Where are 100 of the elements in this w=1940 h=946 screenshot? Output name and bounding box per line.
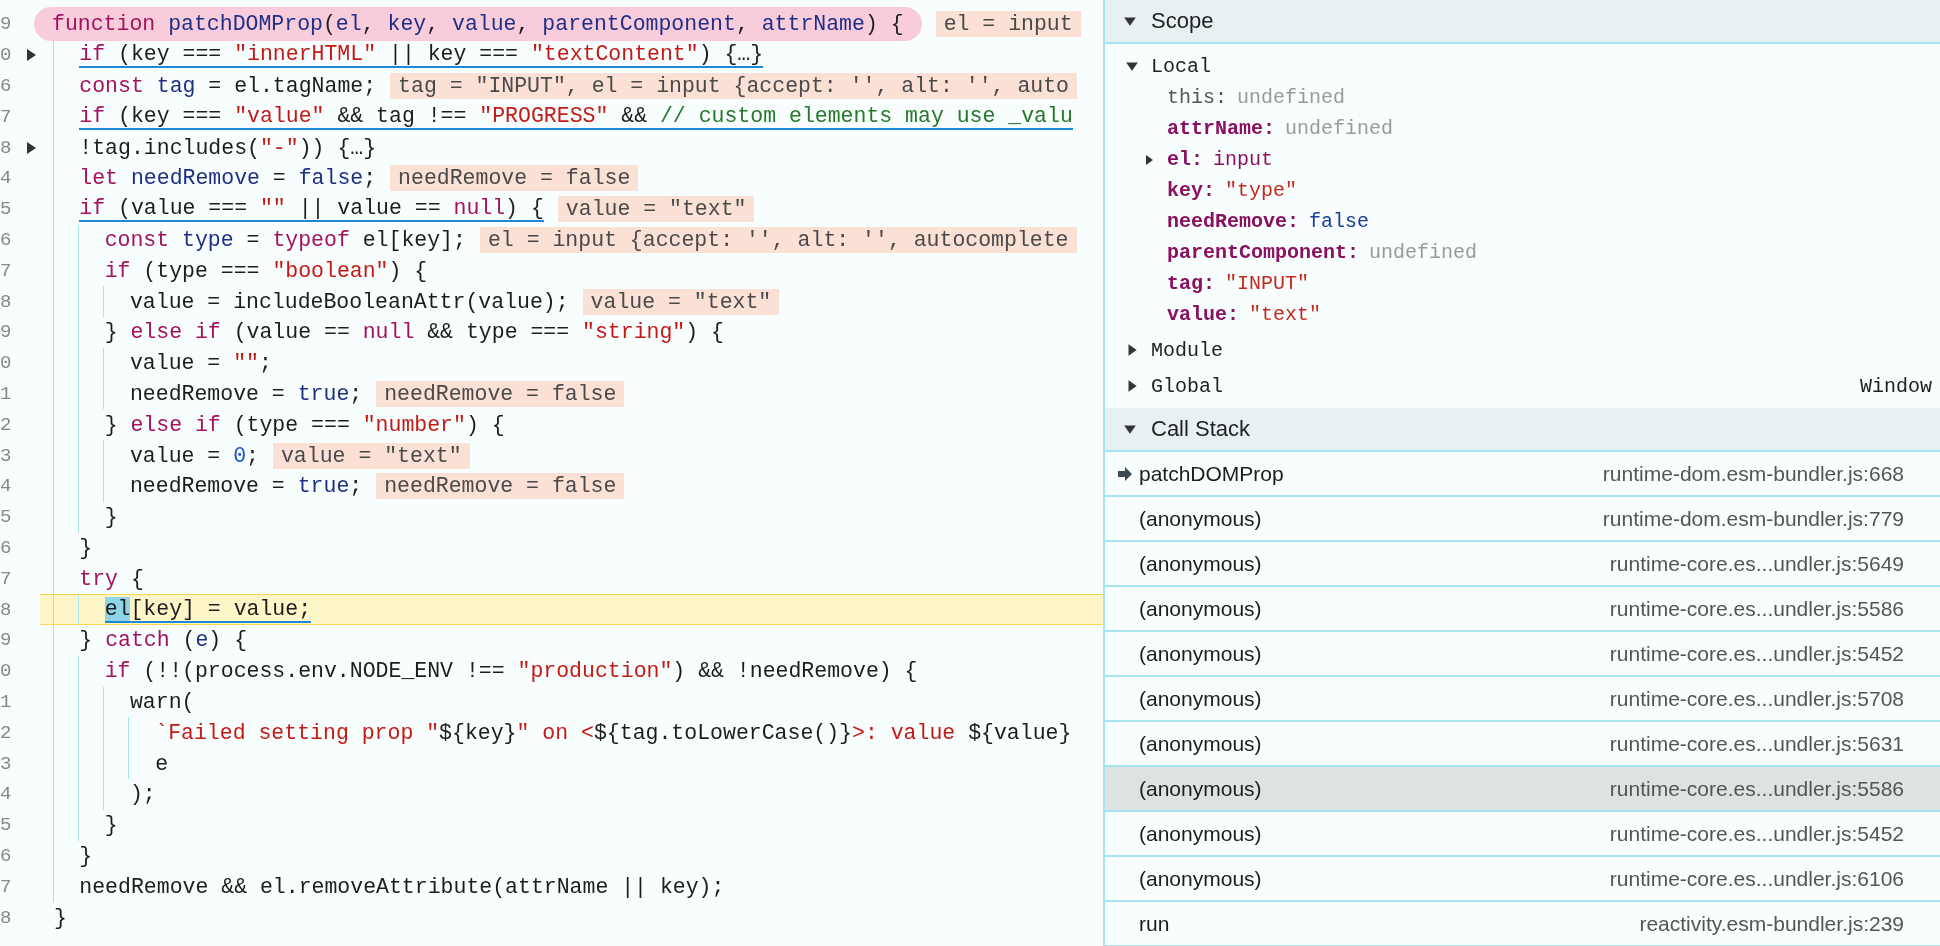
- variable-name: attrName:: [1167, 117, 1276, 140]
- call-stack-frame[interactable]: (anonymous) runtime-core.es...undler.js:5586: [1105, 767, 1940, 812]
- code-line: el[key] = value;: [104, 596, 312, 623]
- local-scope-toggle[interactable]: Local: [1105, 50, 1211, 82]
- code-line: }: [54, 905, 67, 930]
- variable-name: key:: [1167, 179, 1215, 202]
- code-line: try {: [79, 566, 144, 591]
- variable-name: needRemove:: [1167, 210, 1300, 233]
- inline-value: needRemove = false: [376, 473, 625, 500]
- line-number: 5: [0, 814, 13, 837]
- line-number: 8: [0, 290, 13, 313]
- inline-value: needRemove = false: [376, 380, 625, 407]
- variable-name: value:: [1167, 303, 1239, 326]
- source-location: runtime-core.es...undler.js:5586: [1609, 596, 1904, 621]
- source-location: runtime-core.es...undler.js:5631: [1609, 731, 1904, 756]
- code-line: value = 0;: [129, 443, 259, 468]
- code-line: needRemove = true;: [129, 381, 363, 406]
- scope-value: Window: [1860, 374, 1932, 398]
- function-name: run: [1139, 911, 1170, 936]
- expand-triangle-icon[interactable]: [1143, 153, 1155, 166]
- line-number: 7: [0, 567, 13, 590]
- code-line: value = includeBooleanAttr(value);: [129, 289, 569, 314]
- inline-value: value = "text": [582, 288, 780, 315]
- code-line: } catch (e) {: [79, 628, 248, 653]
- function-name: (anonymous): [1139, 596, 1262, 621]
- line-number: 3: [0, 444, 13, 467]
- function-name: patchDOMProp: [1139, 461, 1284, 486]
- line-number: 5: [0, 198, 13, 221]
- function-name: (anonymous): [1139, 821, 1262, 846]
- inline-value: value = "text": [557, 196, 755, 223]
- current-frame-arrow-icon: [1117, 465, 1133, 482]
- variable-value: "text": [1249, 303, 1322, 326]
- source-location: runtime-core.es...undler.js:5452: [1609, 641, 1904, 666]
- variable-value: "INPUT": [1225, 272, 1310, 295]
- code-line: `Failed setting prop "${key}" on <${tag.toLowerCase()}>: value ${value}: [155, 720, 1072, 745]
- source-location: runtime-core.es...undler.js:6106: [1609, 866, 1904, 891]
- function-name: (anonymous): [1139, 686, 1262, 711]
- inline-value: needRemove = false: [390, 165, 639, 192]
- function-name: (anonymous): [1139, 866, 1262, 891]
- line-number: 8: [0, 598, 13, 621]
- line-number: 4: [0, 475, 13, 498]
- code-line: if (value === "" || value == null) {: [79, 196, 544, 223]
- scope-section-header[interactable]: Scope: [1105, 0, 1940, 44]
- code-line: );: [129, 782, 156, 807]
- function-name: (anonymous): [1139, 776, 1262, 801]
- code-line: if (!!(process.env.NODE_ENV !== "production") && !needRemove) {: [104, 659, 918, 684]
- line-number: 6: [0, 536, 13, 559]
- code-line: function patchDOMProp(el, key, value, parentComponent, attrName) {: [34, 7, 922, 42]
- code-line: warn(: [129, 689, 195, 714]
- call-stack-section-header[interactable]: Call Stack: [1105, 408, 1940, 452]
- line-number: 9: [0, 13, 13, 36]
- code-line: }: [79, 843, 93, 868]
- variable-value: input: [1213, 148, 1274, 171]
- variable-name: parentComponent:: [1167, 241, 1360, 264]
- code-line: !tag.includes("-")) {…}: [79, 135, 377, 160]
- line-number: 0: [0, 44, 13, 67]
- line-number: 6: [0, 228, 13, 251]
- line-number: 0: [0, 352, 13, 375]
- line-number: 7: [0, 875, 13, 898]
- variable-value: "type": [1225, 179, 1298, 202]
- source-location: reactivity.esm-bundler.js:239: [1639, 911, 1904, 936]
- line-number: 1: [0, 382, 13, 405]
- code-line: needRemove = true;: [129, 474, 363, 499]
- code-line: if (type === "boolean") {: [104, 258, 428, 283]
- function-name: (anonymous): [1139, 506, 1262, 531]
- line-number: 2: [0, 413, 13, 436]
- code-line: e: [155, 751, 169, 776]
- code-line: if (key === "innerHTML" || key === "textContent") {…}: [79, 42, 764, 69]
- line-number: 6: [0, 75, 13, 97]
- variable-value: false: [1309, 210, 1370, 233]
- code-line: needRemove && el.removeAttribute(attrName || key);: [79, 874, 725, 899]
- scope-group-toggle[interactable]: Module: [1105, 334, 1223, 366]
- variable-value: undefined: [1237, 86, 1346, 109]
- inline-value: tag = "INPUT", el = input {accept: '', alt: '', auto: [390, 73, 1077, 99]
- inline-value: value = "text": [272, 442, 470, 469]
- fold-arrow-icon[interactable]: [26, 49, 36, 62]
- line-number: 8: [0, 136, 13, 159]
- variable-value: undefined: [1285, 117, 1394, 140]
- variable-value: undefined: [1369, 241, 1478, 264]
- line-number: 1: [0, 690, 13, 713]
- scope-group-toggle[interactable]: Global: [1105, 370, 1223, 402]
- fold-arrow-icon[interactable]: [26, 141, 36, 154]
- line-number: 7: [0, 105, 13, 128]
- code-line: if (key === "value" && tag !== "PROGRESS" && // custom elements may use _valu: [79, 103, 1073, 130]
- code-line: }: [79, 535, 93, 560]
- line-number: 9: [0, 321, 13, 344]
- source-location: runtime-core.es...undler.js:5708: [1609, 686, 1904, 711]
- line-number: 5: [0, 506, 13, 529]
- code-line: } else if (value == null && type === "string") {: [104, 320, 724, 345]
- inline-value: el = input: [935, 11, 1081, 38]
- line-number: 9: [0, 629, 13, 652]
- line-number: 7: [0, 259, 13, 282]
- line-number: 2: [0, 721, 13, 744]
- code-line: value = "";: [129, 351, 272, 376]
- inline-value: el = input {accept: '', alt: '', autocomplete: [479, 226, 1077, 253]
- code-line: const type = typeof el[key];: [104, 227, 466, 252]
- source-location: runtime-core.es...undler.js:5586: [1609, 776, 1904, 801]
- line-number: 4: [0, 783, 13, 806]
- source-location: runtime-dom.esm-bundler.js:668: [1602, 461, 1904, 486]
- line-number: 6: [0, 844, 13, 867]
